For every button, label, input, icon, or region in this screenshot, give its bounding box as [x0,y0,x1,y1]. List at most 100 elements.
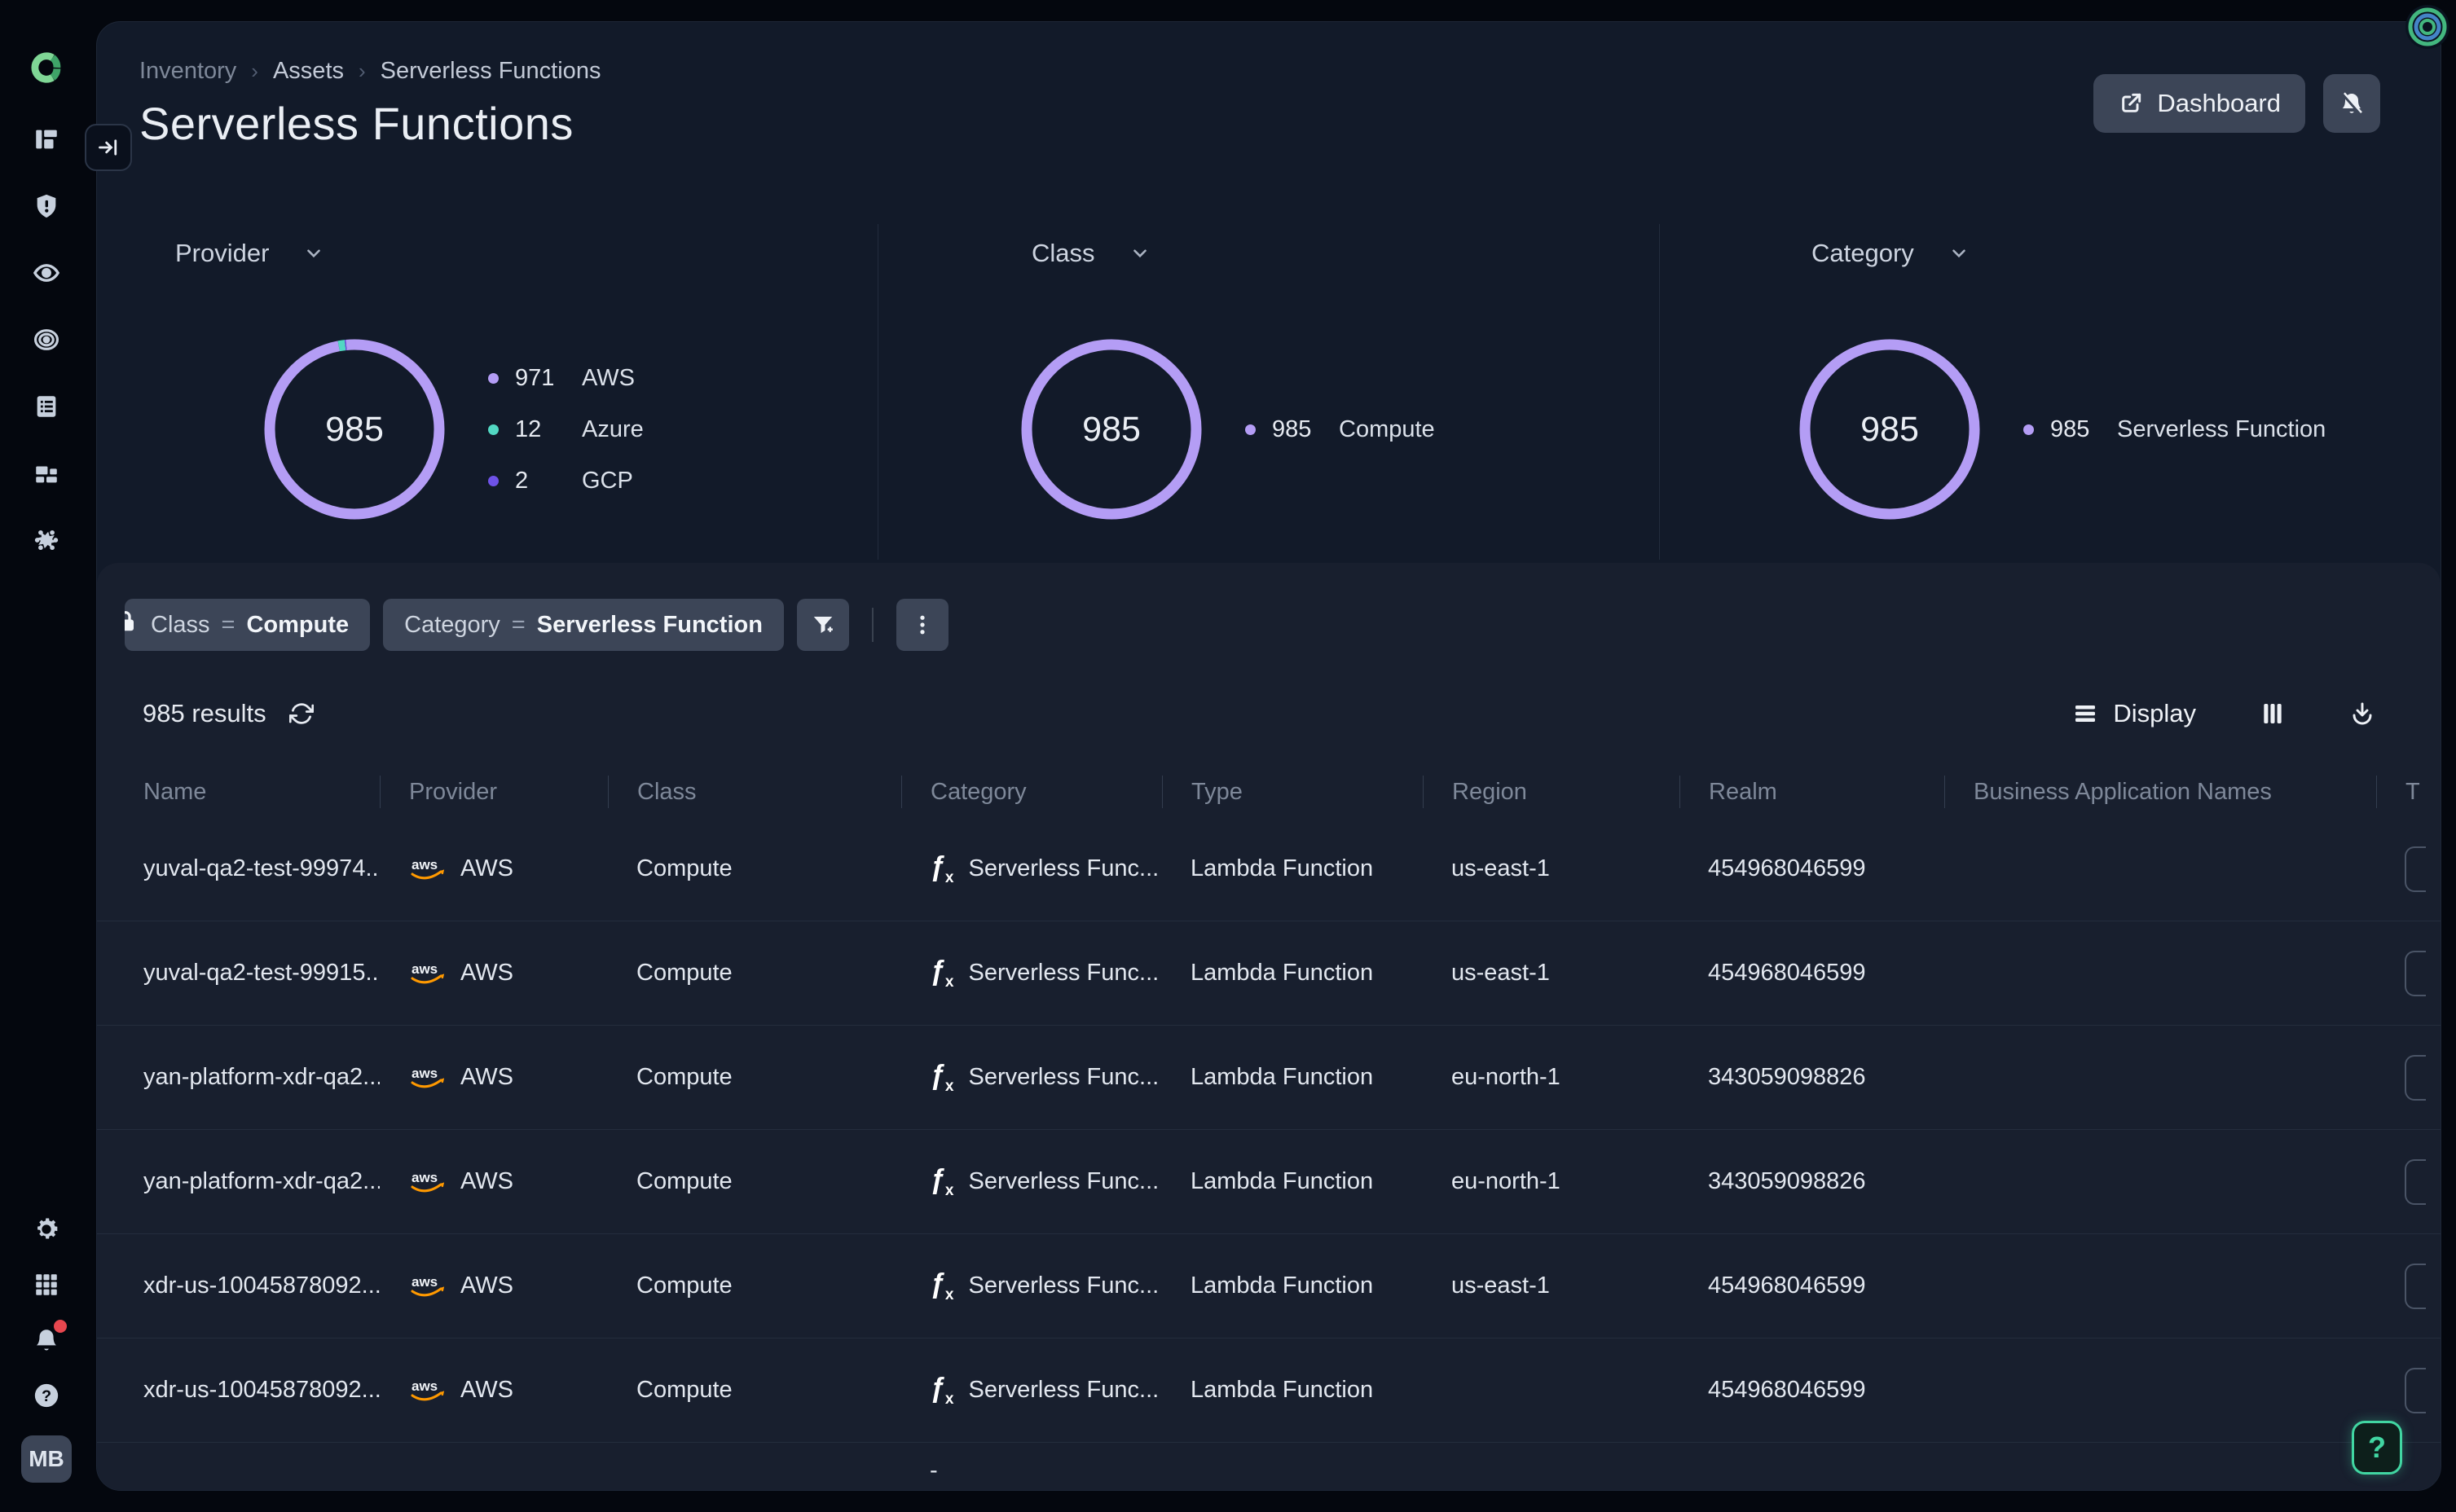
tag-chip-partial[interactable] [2405,1159,2426,1205]
table-row[interactable]: xdr-us-10045878092... aws AWS Compute ƒx… [97,1338,2441,1443]
tag-chip-partial[interactable] [2405,951,2426,996]
dashboards-icon[interactable] [31,124,62,155]
cell-name: yan-platform-xdr-qa2... [97,1168,380,1195]
help-circle-icon[interactable]: ? [31,1380,62,1411]
visibility-eye-icon[interactable] [31,257,62,288]
column-header-category[interactable]: Category [901,776,1162,808]
column-header-name[interactable]: Name [97,776,380,808]
cell-realm: 343059098826 [1679,1064,1944,1091]
chevron-down-icon [1129,243,1151,264]
column-header-type[interactable]: Type [1162,776,1423,808]
cell-type: Lambda Function [1162,1064,1423,1091]
category-label: Serverless Func... [969,1168,1160,1195]
settings-gear-icon[interactable] [31,1214,62,1245]
column-header-business-app-names[interactable]: Business Application Names [1944,776,2376,808]
legend-value: 2 [515,468,566,494]
chart-category: Category 985 985 Serverless Function [1659,224,2441,560]
legend-dot [488,373,499,384]
category-chart-selector[interactable]: Category [1811,239,1970,268]
legend-value: 985 [2050,416,2101,443]
risks-shield-icon[interactable] [31,191,62,222]
apps-grid-icon[interactable] [31,1269,62,1300]
cell-region: eu-north-1 [1423,1168,1679,1195]
category-label: Serverless Func... [969,960,1160,987]
cell-name: xdr-us-10045878092... [97,1377,380,1404]
columns-button[interactable] [2260,701,2286,727]
provider-chart-label: Provider [175,239,269,268]
legend-item-compute[interactable]: 985 Compute [1245,416,1435,443]
aws-provider-icon: aws [408,1377,446,1404]
filter-chip-class[interactable]: Class = Compute [125,599,370,651]
inventory-clipboard-icon[interactable] [31,391,62,422]
external-link-icon [2118,90,2144,116]
notifications-bell-icon[interactable] [31,1325,62,1356]
cell-category: ƒx Serverless Func... [901,957,1162,990]
legend-item-aws[interactable]: 971 AWS [488,365,644,392]
dashboard-button[interactable]: Dashboard [2093,74,2305,133]
provider-chart-selector[interactable]: Provider [175,239,324,268]
download-button[interactable] [2349,701,2375,727]
notification-badge [54,1320,67,1333]
serverless-function-icon: ƒx [930,853,954,886]
column-header-realm[interactable]: Realm [1679,776,1944,808]
cell-region: eu-north-1 [1423,1064,1679,1091]
legend-item-azure[interactable]: 12 Azure [488,416,644,443]
legend-item-gcp[interactable]: 2 GCP [488,468,644,494]
sidebar: ? MB [0,0,93,1512]
tag-chip-partial[interactable] [2405,1055,2426,1101]
cell-provider: aws AWS [380,1168,608,1196]
add-filter-button[interactable] [797,599,849,651]
cell-provider: aws AWS [380,1377,608,1404]
cell-name: yuval-qa2-test-99974... [97,855,380,882]
filter-chip-category[interactable]: Category = Serverless Function [383,599,784,651]
tag-chip-partial[interactable] [2405,846,2426,892]
cell-region: us-east-1 [1423,855,1679,882]
serverless-function-icon: ƒx [930,957,954,990]
breadcrumb-assets[interactable]: Assets [273,58,344,85]
column-header-class[interactable]: Class [608,776,901,808]
column-header-region[interactable]: Region [1423,776,1679,808]
breadcrumb-inventory[interactable]: Inventory [139,58,236,85]
tag-chip-partial[interactable] [2405,1368,2426,1413]
help-fab-button[interactable]: ? [2352,1421,2402,1475]
partial-cell: - [901,1457,1162,1484]
user-avatar[interactable]: MB [21,1435,72,1483]
chart-class: Class 985 985 Compute [878,224,1659,560]
filter-more-menu-button[interactable] [896,599,949,651]
legend-item-serverless-function[interactable]: 985 Serverless Function [2023,416,2326,443]
help-question-glyph: ? [2368,1431,2386,1465]
orca-logo-icon[interactable] [31,52,62,83]
category-legend: 985 Serverless Function [2023,416,2326,443]
class-chart-selector[interactable]: Class [1032,239,1151,268]
table-row[interactable]: yuval-qa2-test-99974... aws AWS Compute … [97,817,2441,921]
cell-class: Compute [608,1272,901,1299]
mute-notifications-button[interactable] [2323,74,2380,133]
table-row-partial[interactable]: - [97,1443,2441,1491]
cell-class: Compute [608,1377,901,1404]
display-menu-button[interactable]: Display [2072,699,2196,728]
target-icon[interactable] [31,324,62,355]
refresh-icon [289,701,314,726]
sidebar-bottom: ? MB [21,1214,72,1483]
cell-realm: 454968046599 [1679,960,1944,987]
cell-type: Lambda Function [1162,1272,1423,1299]
class-donut-chart: 985 [1014,332,1209,527]
collapse-sidebar-button[interactable] [85,124,132,171]
columns-icon [2260,701,2286,727]
table-row[interactable]: yuval-qa2-test-99915... aws AWS Compute … [97,921,2441,1026]
table-row[interactable]: xdr-us-10045878092... aws AWS Compute ƒx… [97,1234,2441,1338]
ai-burst-icon[interactable] [31,525,62,556]
aws-provider-icon: aws [408,960,446,987]
blocks-icon[interactable] [31,458,62,489]
legend-value: 971 [515,365,566,392]
tag-chip-partial[interactable] [2405,1264,2426,1309]
cell-provider: aws AWS [380,855,608,883]
table-row[interactable]: yan-platform-xdr-qa2... aws AWS Compute … [97,1130,2441,1234]
column-header-provider[interactable]: Provider [380,776,608,808]
column-header-truncated[interactable]: T [2376,776,2441,808]
category-chart-label: Category [1811,239,1914,268]
refresh-button[interactable] [289,701,314,726]
table-row[interactable]: yan-platform-xdr-qa2... aws AWS Compute … [97,1026,2441,1130]
results-toolbar: 985 results Display [143,692,2375,736]
provider-label: AWS [460,855,513,882]
